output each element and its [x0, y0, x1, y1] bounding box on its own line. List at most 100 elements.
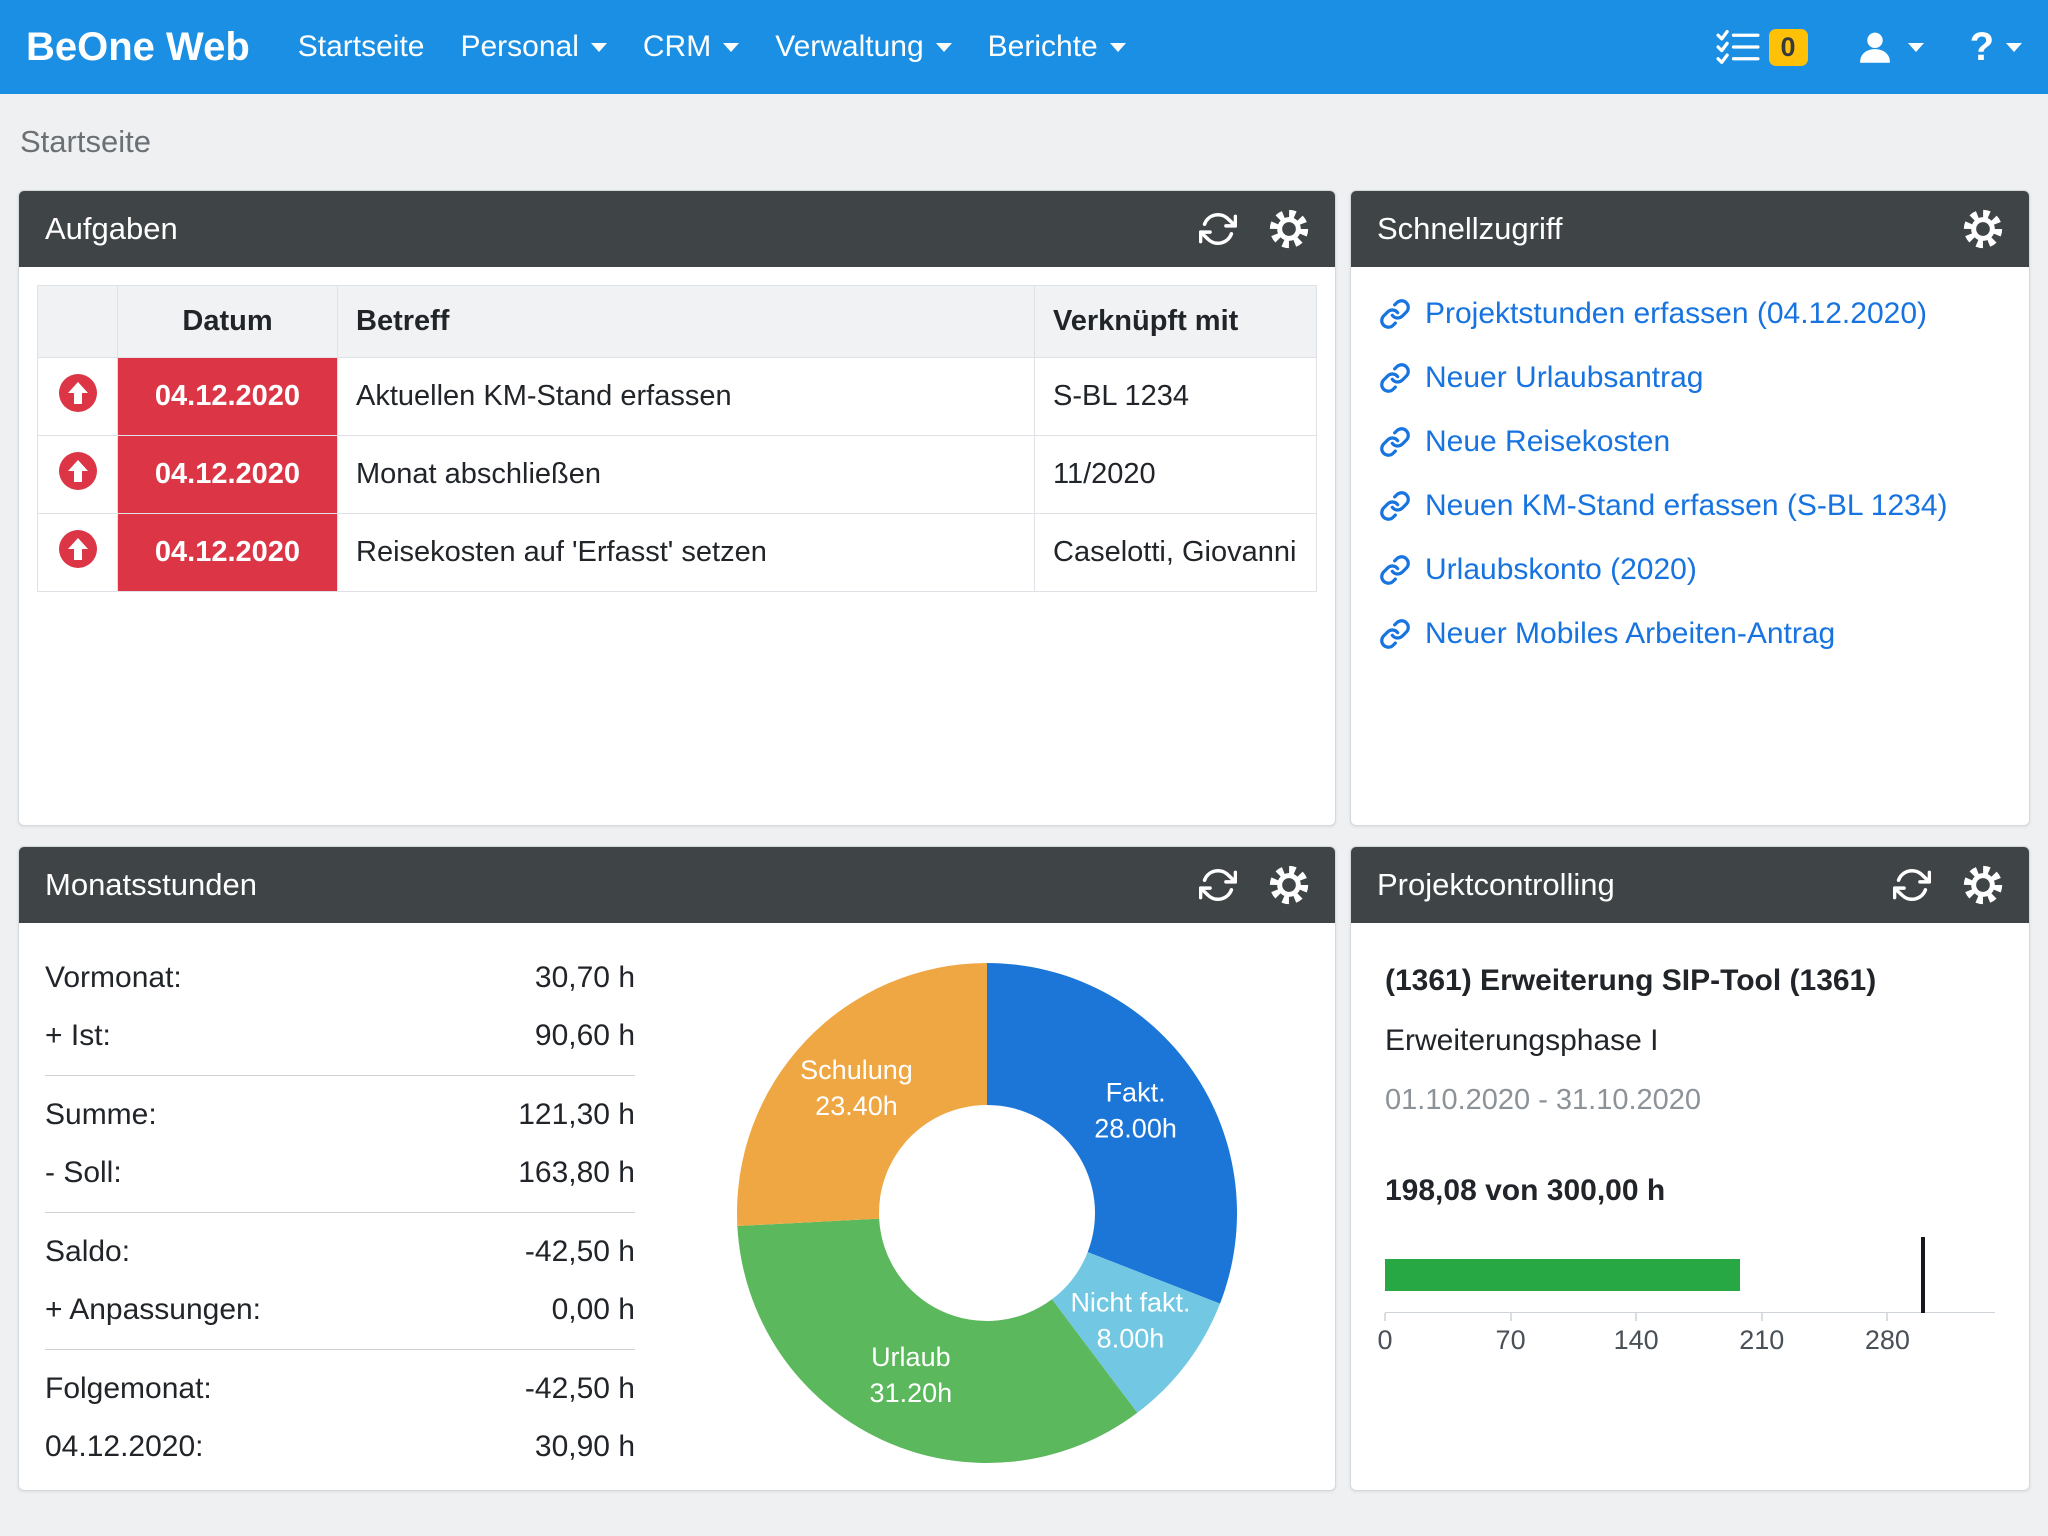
divider [45, 1212, 635, 1213]
settings-button[interactable] [1963, 209, 2003, 249]
project-hours-summary: 198,08 von 300,00 h [1385, 1171, 1995, 1211]
axis-tick-label: 210 [1739, 1325, 1784, 1356]
link-icon [1379, 426, 1411, 458]
nav-label: CRM [643, 30, 711, 64]
stat-label: Saldo: [45, 1234, 130, 1270]
chevron-down-icon [2006, 43, 2022, 52]
task-linked-with: 11/2020 [1035, 436, 1317, 514]
table-row[interactable]: 04.12.2020 Monat abschließen 11/2020 [38, 436, 1317, 514]
quicklink-urlaubskonto[interactable]: Urlaubskonto (2020) [1379, 549, 2001, 591]
col-datum[interactable]: Datum [118, 286, 338, 358]
link-icon [1379, 490, 1411, 522]
panel-schnellzugriff: Schnellzugriff Projektstunden erfassen (… [1350, 190, 2030, 826]
axis-tick-label: 140 [1614, 1325, 1659, 1356]
panel-header: Monatsstunden [19, 847, 1335, 923]
project-period: 01.10.2020 - 31.10.2020 [1385, 1081, 1995, 1119]
quicklink-label: Urlaubskonto (2020) [1425, 549, 1697, 591]
refresh-icon [1199, 866, 1237, 904]
panel-title: Projektcontrolling [1377, 867, 1615, 903]
priority-high-icon [58, 451, 98, 491]
settings-button[interactable] [1269, 209, 1309, 249]
gear-icon [1269, 865, 1309, 905]
axis-tick-label: 0 [1377, 1325, 1392, 1356]
col-verknuepft[interactable]: Verknüpft mit [1035, 286, 1317, 358]
gear-icon [1963, 209, 2003, 249]
task-linked-with: Caselotti, Giovanni [1035, 514, 1317, 592]
quicklink-urlaubsantrag[interactable]: Neuer Urlaubsantrag [1379, 357, 2001, 399]
divider [45, 1075, 635, 1076]
tasks-table-header-row: Datum Betreff Verknüpft mit [38, 286, 1317, 358]
settings-button[interactable] [1963, 865, 2003, 905]
stat-label: Summe: [45, 1097, 157, 1133]
user-menu-button[interactable] [1854, 26, 1924, 68]
axis-tick-mark [1385, 1313, 1386, 1321]
nav-item-crm[interactable]: CRM [625, 0, 757, 94]
quicklink-projektstunden[interactable]: Projektstunden erfassen (04.12.2020) [1379, 293, 2001, 335]
stat-value: 163,80 h [518, 1155, 635, 1191]
chevron-down-icon [1110, 43, 1126, 52]
col-betreff[interactable]: Betreff [338, 286, 1035, 358]
quicklink-label: Neue Reisekosten [1425, 421, 1670, 463]
panel-header: Schnellzugriff [1351, 191, 2029, 267]
stat-row: Folgemonat: -42,50 h [45, 1360, 635, 1418]
project-title: (1361) Erweiterung SIP-Tool (1361) [1385, 961, 1995, 1001]
axis-tick-mark [1636, 1313, 1637, 1321]
monthly-hours-stats: Vormonat: 30,70 h + Ist: 90,60 h Summe: … [45, 949, 635, 1476]
nav-item-personal[interactable]: Personal [442, 0, 624, 94]
checklist-icon [1715, 28, 1761, 66]
quicklink-km-stand[interactable]: Neuen KM-Stand erfassen (S-BL 1234) [1379, 485, 2001, 527]
table-row[interactable]: 04.12.2020 Aktuellen KM-Stand erfassen S… [38, 358, 1317, 436]
task-subject: Reisekosten auf 'Erfasst' setzen [338, 514, 1035, 592]
panel-title: Schnellzugriff [1377, 211, 1563, 247]
app-brand[interactable]: BeOne Web [26, 25, 250, 70]
quicklink-reisekosten[interactable]: Neue Reisekosten [1379, 421, 2001, 463]
nav-label: Verwaltung [775, 30, 923, 64]
stat-row: Vormonat: 30,70 h [45, 949, 635, 1007]
progress-axis: 070140210280 [1385, 1313, 1995, 1361]
stat-row: + Ist: 90,60 h [45, 1007, 635, 1065]
task-due-date: 04.12.2020 [118, 514, 338, 592]
quicklink-label: Projektstunden erfassen (04.12.2020) [1425, 293, 1927, 335]
stat-label: Folgemonat: [45, 1371, 212, 1407]
user-icon [1854, 26, 1896, 68]
refresh-button[interactable] [1199, 866, 1237, 904]
settings-button[interactable] [1269, 865, 1309, 905]
help-menu-button[interactable]: ? [1970, 25, 2022, 70]
panel-monatsstunden: Monatsstunden Vorm [18, 846, 1336, 1491]
link-icon [1379, 298, 1411, 330]
table-row[interactable]: 04.12.2020 Reisekosten auf 'Erfasst' set… [38, 514, 1317, 592]
nav-item-berichte[interactable]: Berichte [970, 0, 1144, 94]
stat-row: - Soll: 163,80 h [45, 1144, 635, 1202]
donut-segment-urlaub [737, 1218, 1137, 1462]
stat-label: 04.12.2020: [45, 1429, 203, 1465]
nav-label: Personal [460, 30, 578, 64]
refresh-icon [1893, 866, 1931, 904]
refresh-button[interactable] [1199, 210, 1237, 248]
task-subject: Monat abschließen [338, 436, 1035, 514]
stat-row: Saldo: -42,50 h [45, 1223, 635, 1281]
breadcrumb: Startseite [0, 94, 2048, 190]
nav-item-verwaltung[interactable]: Verwaltung [757, 0, 969, 94]
panel-title: Monatsstunden [45, 867, 257, 903]
tasks-table: Datum Betreff Verknüpft mit 04.12. [37, 285, 1317, 592]
priority-high-icon [58, 373, 98, 413]
nav-label: Startseite [298, 30, 425, 64]
quicklink-mobiles-arbeiten[interactable]: Neuer Mobiles Arbeiten-Antrag [1379, 613, 2001, 655]
tasks-menu-button[interactable]: 0 [1715, 28, 1808, 66]
quicklinks-list: Projektstunden erfassen (04.12.2020) Neu… [1351, 267, 2029, 825]
gear-icon [1963, 865, 2003, 905]
nav-item-startseite[interactable]: Startseite [280, 0, 443, 94]
quicklink-label: Neuer Urlaubsantrag [1425, 357, 1703, 399]
axis-tick-mark [1761, 1313, 1762, 1321]
task-due-date: 04.12.2020 [118, 358, 338, 436]
panel-header: Aufgaben [19, 191, 1335, 267]
quicklink-label: Neuen KM-Stand erfassen (S-BL 1234) [1425, 485, 1948, 527]
stat-value: -42,50 h [525, 1234, 635, 1270]
project-phase: Erweiterungsphase I [1385, 1021, 1995, 1061]
refresh-button[interactable] [1893, 866, 1931, 904]
quicklink-label: Neuer Mobiles Arbeiten-Antrag [1425, 613, 1835, 655]
axis-tick-mark [1887, 1313, 1888, 1321]
hours-donut-chart: Fakt.28.00hNicht fakt.8.00hUrlaub31.20hS… [665, 949, 1309, 1476]
task-due-date: 04.12.2020 [118, 436, 338, 514]
stat-label: - Soll: [45, 1155, 122, 1191]
